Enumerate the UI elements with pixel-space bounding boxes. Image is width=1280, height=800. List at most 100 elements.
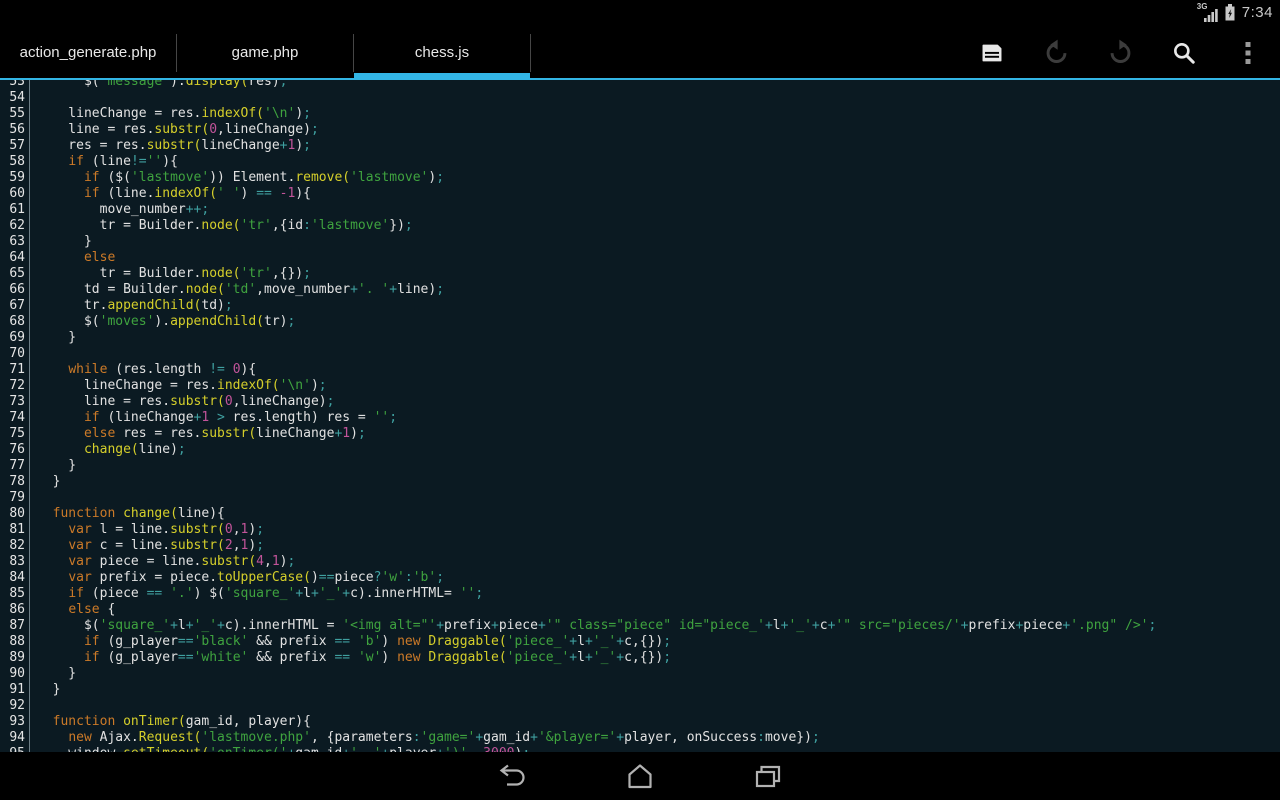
undo-button[interactable]	[1024, 25, 1088, 80]
tab-label: chess.js	[415, 44, 469, 61]
code-line: 69 }	[0, 330, 1280, 346]
action-buttons	[960, 25, 1280, 80]
line-content[interactable]: }	[30, 234, 92, 250]
code-line: 71 while (res.length != 0){	[0, 362, 1280, 378]
line-content[interactable]: }	[30, 474, 60, 490]
overflow-menu-button[interactable]	[1216, 25, 1280, 80]
line-content[interactable]	[30, 698, 37, 714]
save-icon	[979, 40, 1005, 66]
line-number: 72	[0, 378, 30, 394]
line-content[interactable]: }	[30, 682, 60, 698]
editor[interactable]: 53 $('message').display(res);5455 lineCh…	[0, 80, 1280, 800]
line-content[interactable]: $('moves').appendChild(tr);	[30, 314, 295, 330]
code-line: 91 }	[0, 682, 1280, 698]
line-content[interactable]: if (line!=''){	[30, 154, 178, 170]
line-content[interactable]: }	[30, 666, 76, 682]
line-content[interactable]: new Ajax.Request('lastmove.php', {parame…	[30, 730, 820, 746]
line-content[interactable]: function change(line){	[30, 506, 225, 522]
tab-chess-js[interactable]: chess.js	[354, 25, 530, 80]
line-content[interactable]: line = res.substr(0,lineChange);	[30, 394, 334, 410]
line-number: 61	[0, 202, 30, 218]
code-line: 82 var c = line.substr(2,1);	[0, 538, 1280, 554]
code-line: 90 }	[0, 666, 1280, 682]
line-number: 56	[0, 122, 30, 138]
code-line: 88 if (g_player=='black' && prefix == 'b…	[0, 634, 1280, 650]
overflow-menu-icon	[1237, 40, 1259, 66]
code-line: 94 new Ajax.Request('lastmove.php', {par…	[0, 730, 1280, 746]
line-number: 53	[0, 80, 30, 90]
line-content[interactable]: var l = line.substr(0,1);	[30, 522, 264, 538]
code-line: 84 var prefix = piece.toUpperCase()==pie…	[0, 570, 1280, 586]
line-content[interactable]: var piece = line.substr(4,1);	[30, 554, 295, 570]
line-number: 67	[0, 298, 30, 314]
line-content[interactable]	[30, 90, 37, 106]
line-content[interactable]: if (g_player=='black' && prefix == 'b') …	[30, 634, 671, 650]
line-content[interactable]: lineChange = res.indexOf('\n');	[30, 106, 311, 122]
redo-button[interactable]	[1088, 25, 1152, 80]
line-content[interactable]: else res = res.substr(lineChange+1);	[30, 426, 366, 442]
line-content[interactable]: lineChange = res.indexOf('\n');	[30, 378, 327, 394]
line-content[interactable]: else	[30, 250, 115, 266]
back-button[interactable]	[488, 759, 536, 793]
line-number: 90	[0, 666, 30, 682]
code-line: 55 lineChange = res.indexOf('\n');	[0, 106, 1280, 122]
line-content[interactable]	[30, 346, 37, 362]
tab-separator	[530, 34, 531, 72]
line-content[interactable]: }	[30, 458, 76, 474]
code-line: 62 tr = Builder.node('tr',{id:'lastmove'…	[0, 218, 1280, 234]
code-line: 63 }	[0, 234, 1280, 250]
line-content[interactable]: var c = line.substr(2,1);	[30, 538, 264, 554]
line-content[interactable]: if (line.indexOf(' ') == -1){	[30, 186, 311, 202]
code-line: 54	[0, 90, 1280, 106]
line-content[interactable]: $('square_'+l+'_'+c).innerHTML = '<img a…	[30, 618, 1156, 634]
line-number: 65	[0, 266, 30, 282]
code-line: 93 function onTimer(gam_id, player){	[0, 714, 1280, 730]
code-line: 56 line = res.substr(0,lineChange);	[0, 122, 1280, 138]
line-content[interactable]: while (res.length != 0){	[30, 362, 256, 378]
line-number: 68	[0, 314, 30, 330]
line-number: 94	[0, 730, 30, 746]
line-number: 70	[0, 346, 30, 362]
line-content[interactable]: tr.appendChild(td);	[30, 298, 233, 314]
line-content[interactable]: res = res.substr(lineChange+1);	[30, 138, 311, 154]
line-number: 81	[0, 522, 30, 538]
line-number: 69	[0, 330, 30, 346]
line-number: 66	[0, 282, 30, 298]
line-content[interactable]	[30, 490, 37, 506]
status-bar: 3G 7:34	[0, 0, 1280, 25]
search-button[interactable]	[1152, 25, 1216, 80]
line-content[interactable]: tr = Builder.node('tr',{});	[30, 266, 311, 282]
line-content[interactable]: var prefix = piece.toUpperCase()==piece?…	[30, 570, 444, 586]
line-content[interactable]: }	[30, 330, 76, 346]
line-content[interactable]: if ($('lastmove')) Element.remove('lastm…	[30, 170, 444, 186]
code-line: 78 }	[0, 474, 1280, 490]
line-content[interactable]: if (lineChange+1 > res.length) res = '';	[30, 410, 397, 426]
line-number: 91	[0, 682, 30, 698]
line-number: 74	[0, 410, 30, 426]
code-line: 81 var l = line.substr(0,1);	[0, 522, 1280, 538]
line-number: 62	[0, 218, 30, 234]
navigation-bar	[0, 752, 1280, 800]
line-content[interactable]: line = res.substr(0,lineChange);	[30, 122, 319, 138]
line-content[interactable]: if (g_player=='white' && prefix == 'w') …	[30, 650, 671, 666]
line-content[interactable]: else {	[30, 602, 115, 618]
line-content[interactable]: if (piece == '.') $('square_'+l+'_'+c).i…	[30, 586, 483, 602]
tab-game-php[interactable]: game.php	[177, 25, 353, 80]
line-content[interactable]: function onTimer(gam_id, player){	[30, 714, 311, 730]
home-icon	[622, 763, 658, 789]
tab-action_generate-php[interactable]: action_generate.php	[0, 25, 176, 80]
line-content[interactable]: tr = Builder.node('tr',{id:'lastmove'});	[30, 218, 413, 234]
line-content[interactable]: move_number++;	[30, 202, 209, 218]
line-content[interactable]: $('message').display(res);	[30, 80, 288, 90]
undo-icon	[1043, 39, 1070, 66]
line-number: 78	[0, 474, 30, 490]
recents-button[interactable]	[744, 759, 792, 793]
code-line: 59 if ($('lastmove')) Element.remove('la…	[0, 170, 1280, 186]
code-line: 85 if (piece == '.') $('square_'+l+'_'+c…	[0, 586, 1280, 602]
line-number: 86	[0, 602, 30, 618]
line-content[interactable]: change(line);	[30, 442, 186, 458]
line-content[interactable]: td = Builder.node('td',move_number+'. '+…	[30, 282, 444, 298]
save-button[interactable]	[960, 25, 1024, 80]
home-button[interactable]	[616, 759, 664, 793]
line-number: 60	[0, 186, 30, 202]
